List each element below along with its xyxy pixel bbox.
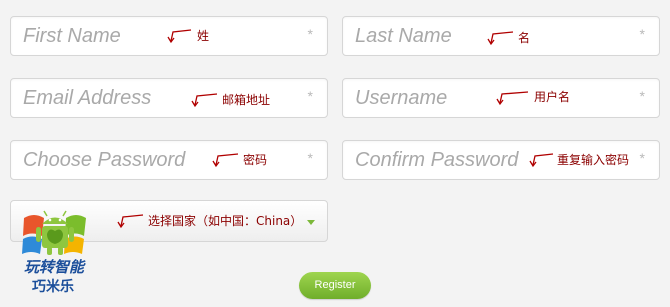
last-name-annotation: 名 [518,31,531,45]
arrow-left-icon [529,153,554,168]
arrow-left-icon [117,214,144,229]
last-name-placeholder: Last Name [355,25,452,47]
first-name-placeholder: First Name [23,25,121,47]
username-placeholder: Username [355,87,448,109]
logo-text-line2: 巧米乐 [32,279,74,295]
arrow-left-icon [212,153,239,168]
arrow-left-icon [191,93,218,108]
password-field[interactable]: Choose Password * [10,140,328,180]
required-marker: * [639,88,645,104]
email-field[interactable]: Email Address * [10,78,328,118]
logo-text-line1: 玩转智能 [24,258,85,276]
password-placeholder: Choose Password [23,149,186,171]
password-annotation: 密码 [243,153,268,167]
email-placeholder: Email Address [23,87,152,109]
required-marker: * [307,26,313,42]
arrow-left-icon [167,29,192,44]
email-annotation: 邮箱地址 [222,93,271,107]
caret-down-icon [307,220,315,225]
required-marker: * [307,88,313,104]
required-marker: * [639,26,645,42]
arrow-left-icon [496,91,529,106]
arrow-left-icon [487,31,514,46]
confirm-password-placeholder: Confirm Password [355,149,519,171]
confirm-password-annotation: 重复输入密码 [557,153,630,167]
required-marker: * [307,150,313,166]
register-button[interactable]: Register [299,272,371,299]
required-marker: * [639,150,645,166]
country-annotation: 选择国家（如中国：China） [148,214,303,228]
username-annotation: 用户名 [534,90,571,104]
first-name-annotation: 姓 [197,29,210,43]
